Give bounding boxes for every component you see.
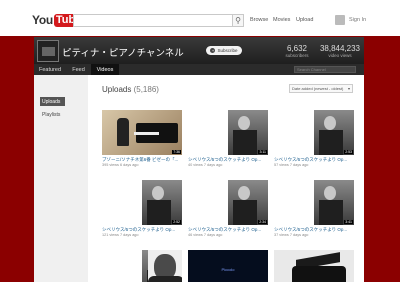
video-views: 46 views bbox=[188, 233, 203, 237]
content-area: Uploads Playlists Uploads (5,186) Date a… bbox=[34, 75, 364, 282]
video-thumbnail[interactable]: 3:11 bbox=[188, 110, 268, 155]
video-age: 7 days ago bbox=[203, 163, 223, 167]
subscribe-label: Subscribe bbox=[217, 48, 238, 53]
chevron-down-icon: ▾ bbox=[347, 86, 350, 91]
video-thumbnail[interactable] bbox=[148, 250, 182, 282]
video-views: 121 views bbox=[102, 233, 119, 237]
duration-badge: 2:53 bbox=[344, 150, 353, 154]
subscriber-stat: 6,632 subscribers bbox=[282, 44, 312, 58]
video-thumbnail[interactable]: Piccolo bbox=[188, 250, 268, 282]
portrait-photo bbox=[314, 110, 354, 155]
video-thumbnail[interactable] bbox=[274, 250, 354, 282]
video-age: 7 days ago bbox=[119, 233, 139, 237]
video-meta: 46 views 7 days ago bbox=[188, 233, 268, 237]
duration-badge: 3:41 bbox=[344, 220, 353, 224]
video-meta: 121 views 7 days ago bbox=[102, 233, 182, 237]
page-title: Uploads (5,186) bbox=[102, 85, 159, 94]
sidebar: Uploads Playlists bbox=[34, 75, 88, 282]
logo-you: You bbox=[32, 13, 53, 27]
duration-badge: 2:34 bbox=[258, 220, 267, 224]
video-views: 37 views bbox=[274, 233, 289, 237]
video-thumbnail[interactable]: 7:36 bbox=[102, 110, 182, 155]
avatar[interactable] bbox=[335, 15, 345, 25]
video-views: 395 views bbox=[102, 163, 119, 167]
search-icon: ⚲ bbox=[235, 16, 241, 25]
sign-in-link[interactable]: Sign In bbox=[349, 17, 366, 23]
video-thumbnail[interactable]: 2:53 bbox=[274, 110, 354, 155]
video-views: 40 views bbox=[188, 163, 203, 167]
search-button[interactable]: ⚲ bbox=[232, 14, 244, 27]
search-input[interactable] bbox=[73, 14, 233, 27]
nav-upload[interactable]: Upload bbox=[296, 17, 313, 23]
sidebar-item-uploads[interactable]: Uploads bbox=[40, 97, 65, 106]
thumbnail-caption: Piccolo bbox=[221, 267, 235, 272]
tab-featured[interactable]: Featured bbox=[34, 64, 66, 75]
channel-search-input[interactable]: Search Channel bbox=[294, 66, 356, 73]
video-age: 7 days ago bbox=[289, 233, 309, 237]
video-meta: 57 views 7 days ago bbox=[274, 163, 354, 167]
video-thumbnail[interactable]: 2:34 bbox=[188, 180, 268, 225]
tab-feed[interactable]: Feed bbox=[67, 64, 90, 75]
sidebar-item-playlists[interactable]: Playlists bbox=[40, 110, 65, 119]
sort-label: Date added (newest - oldest) bbox=[292, 86, 344, 91]
video-thumbnail[interactable]: 3:41 bbox=[274, 180, 354, 225]
piano-body bbox=[292, 266, 346, 282]
subscribe-icon: + bbox=[210, 48, 216, 53]
channel-tabs: Featured Feed Videos Search Channel bbox=[34, 64, 364, 75]
video-age: 7 days ago bbox=[203, 233, 223, 237]
portrait-photo bbox=[142, 180, 182, 225]
nav-browse[interactable]: Browse bbox=[250, 17, 268, 23]
tab-videos[interactable]: Videos bbox=[91, 64, 119, 75]
video-meta: 40 views 7 days ago bbox=[188, 163, 268, 167]
duration-badge: 3:11 bbox=[258, 150, 267, 154]
video-thumbnail[interactable]: 2:52 bbox=[102, 180, 182, 225]
video-views: 57 views bbox=[274, 163, 289, 167]
subscriber-label: subscribers bbox=[285, 53, 309, 58]
channel-title: ピティナ・ピアノチャンネル bbox=[62, 48, 184, 59]
view-label: video views bbox=[328, 53, 352, 58]
video-meta: 37 views 7 days ago bbox=[274, 233, 354, 237]
views-stat: 38,844,233 video views bbox=[318, 44, 362, 58]
channel-avatar[interactable] bbox=[37, 40, 59, 62]
piano-keys bbox=[134, 132, 159, 135]
portrait-photo bbox=[314, 180, 354, 225]
portrait-body bbox=[148, 276, 182, 282]
duration-badge: 2:52 bbox=[172, 220, 181, 224]
subscriber-count: 6,632 bbox=[286, 44, 308, 53]
view-count: 38,844,233 bbox=[319, 44, 361, 53]
pianist-figure bbox=[117, 118, 129, 146]
video-age: 6 days ago bbox=[119, 163, 139, 167]
duration-badge: 7:36 bbox=[172, 150, 181, 154]
video-meta: 395 views 6 days ago bbox=[102, 163, 182, 167]
video-age: 7 days ago bbox=[289, 163, 309, 167]
portrait-photo bbox=[228, 180, 268, 225]
channel-header: ピティナ・ピアノチャンネル + Subscribe 6,632 subscrib… bbox=[34, 37, 364, 64]
nav-movies[interactable]: Movies bbox=[273, 17, 290, 23]
portrait-photo bbox=[228, 110, 268, 155]
sort-dropdown[interactable]: Date added (newest - oldest) ▾ bbox=[289, 84, 353, 93]
uploads-title: Uploads bbox=[102, 85, 132, 94]
masthead: You Tube ⚲ Browse Movies Upload Sign In bbox=[0, 0, 400, 36]
subscribe-button[interactable]: + Subscribe bbox=[206, 46, 242, 55]
uploads-count: (5,186) bbox=[133, 85, 159, 94]
